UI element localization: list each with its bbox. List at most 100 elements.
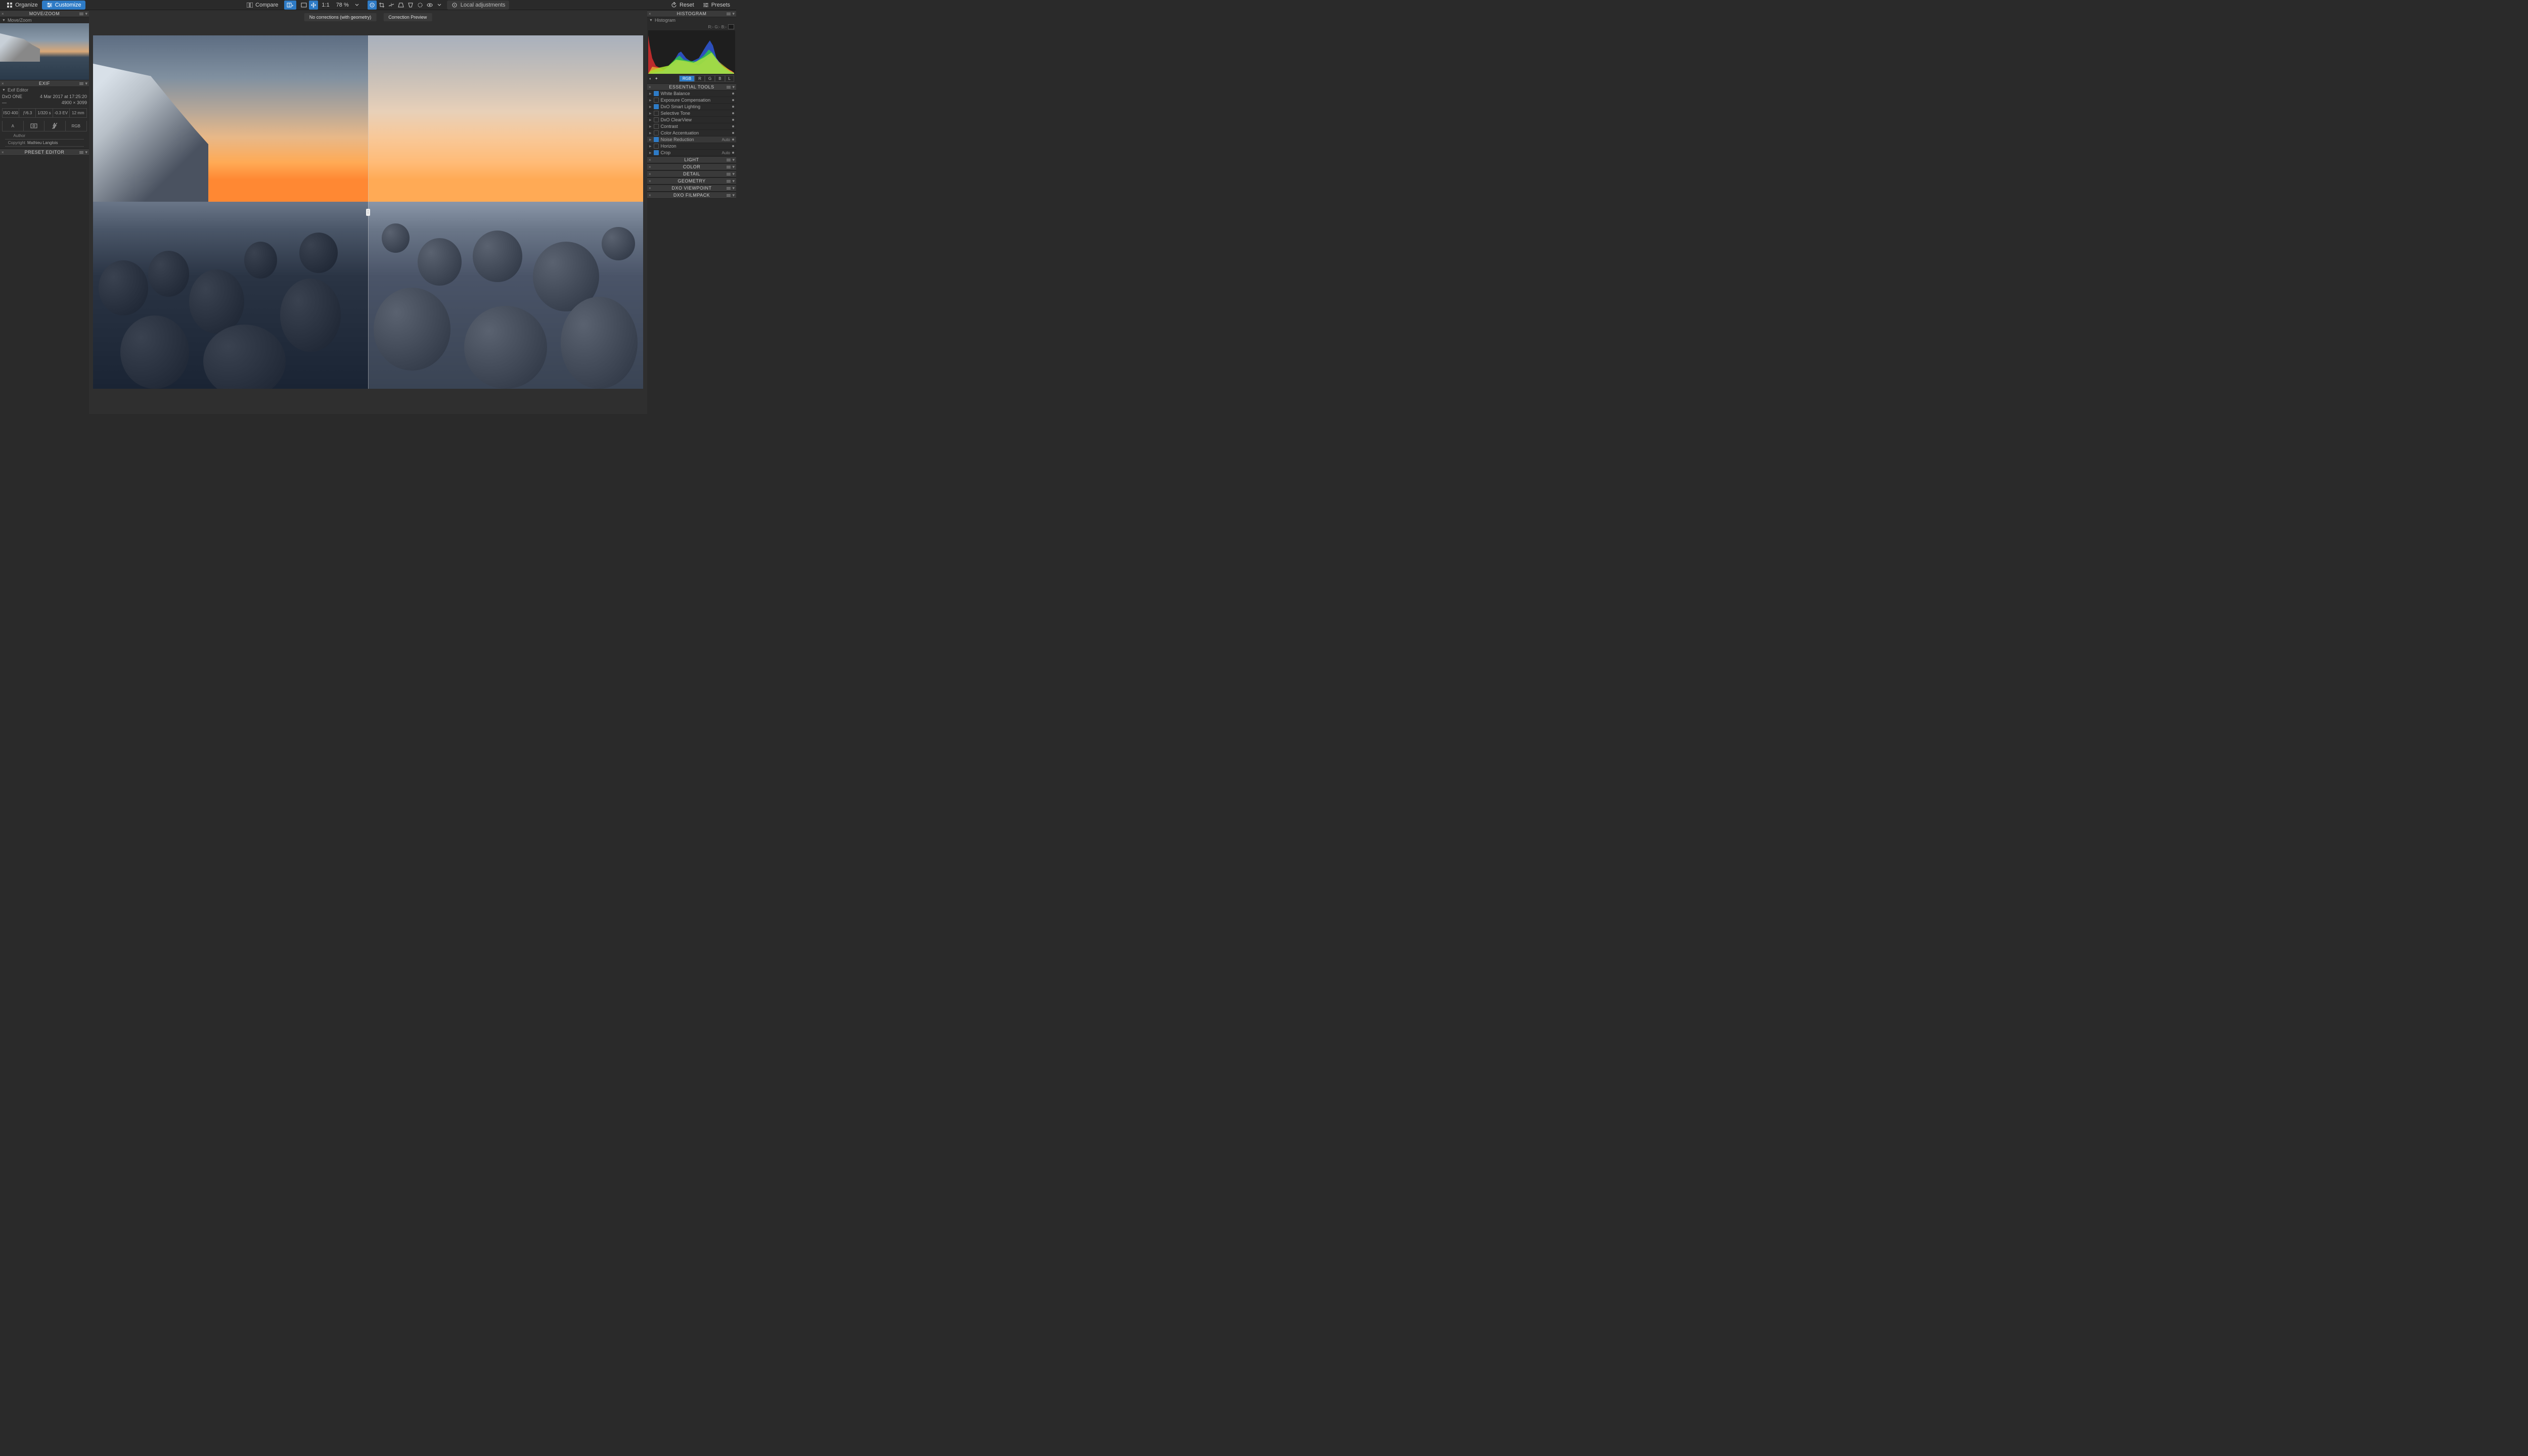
expand-icon[interactable]: ▶	[649, 138, 652, 142]
tool-toggle[interactable]	[654, 130, 659, 135]
move-zoom-subheader[interactable]: ▼Move/Zoom	[0, 17, 89, 23]
tool-toggle[interactable]	[654, 144, 659, 149]
tool-row[interactable]: ▶Exposure Compensation	[647, 97, 736, 104]
expand-icon[interactable]: ▶	[649, 125, 652, 128]
section-header[interactable]: ×LIGHT▾	[647, 156, 736, 163]
split-handle[interactable]	[366, 209, 370, 216]
close-icon[interactable]: ×	[649, 193, 651, 198]
section-header[interactable]: ×COLOR▾	[647, 163, 736, 170]
close-icon[interactable]: ×	[649, 158, 651, 162]
channel-b[interactable]: B	[715, 75, 725, 82]
navigator-thumbnail[interactable]	[0, 23, 89, 80]
channel-l[interactable]: L	[725, 75, 734, 82]
tool-toggle[interactable]	[654, 137, 659, 142]
panel-menu-icon[interactable]: ▾	[727, 178, 735, 184]
close-icon[interactable]: ×	[2, 150, 4, 155]
section-header[interactable]: ×DXO VIEWPOINT▾	[647, 185, 736, 192]
panel-menu-icon[interactable]: ▾	[727, 186, 735, 191]
close-icon[interactable]: ×	[649, 186, 651, 191]
tool-crop[interactable]	[377, 1, 386, 10]
expand-icon[interactable]: ▶	[649, 151, 652, 155]
exif-header[interactable]: × EXIF ▾	[0, 80, 89, 87]
expand-icon[interactable]: ▶	[649, 99, 652, 102]
tool-repair[interactable]	[416, 1, 425, 10]
tool-menu-icon[interactable]	[732, 145, 734, 147]
panel-menu-icon[interactable]: ▾	[727, 11, 735, 17]
tool-row[interactable]: ▶DxO Smart Lighting	[647, 104, 736, 110]
tool-row[interactable]: ▶DxO ClearView	[647, 117, 736, 123]
tool-menu-icon[interactable]	[732, 112, 734, 114]
channel-r[interactable]: R	[695, 75, 705, 82]
close-icon[interactable]: ×	[649, 172, 651, 176]
expand-icon[interactable]: ▶	[649, 105, 652, 109]
tool-toggle[interactable]	[654, 98, 659, 103]
panel-menu-icon[interactable]: ▾	[727, 164, 735, 170]
tool-row[interactable]: ▶Selective Tone	[647, 110, 736, 117]
tool-row[interactable]: ▶CropAuto	[647, 150, 736, 156]
tool-redeye[interactable]	[425, 1, 434, 10]
tool-menu-icon[interactable]	[732, 99, 734, 101]
tool-toggle[interactable]	[654, 117, 659, 122]
fit-button[interactable]	[299, 1, 308, 10]
close-icon[interactable]: ×	[649, 165, 651, 169]
image-viewport[interactable]	[93, 35, 643, 389]
tool-menu-icon[interactable]	[732, 125, 734, 127]
tool-perspective[interactable]	[396, 1, 405, 10]
tool-toggle[interactable]	[654, 124, 659, 129]
tool-row[interactable]: ▶Contrast	[647, 123, 736, 130]
reset-button[interactable]: Reset	[666, 1, 698, 10]
close-icon[interactable]: ×	[2, 12, 4, 16]
channel-g[interactable]: G	[705, 75, 715, 82]
tool-toggle[interactable]	[654, 150, 659, 155]
panel-menu-icon[interactable]: ▾	[79, 150, 87, 155]
expand-icon[interactable]: ▶	[649, 131, 652, 135]
tool-row[interactable]: ▶Horizon	[647, 143, 736, 150]
tool-wb-picker[interactable]	[368, 1, 377, 10]
section-header[interactable]: ×DETAIL▾	[647, 170, 736, 177]
zoom-11-button[interactable]: 1:1	[322, 2, 329, 8]
panel-menu-icon[interactable]: ▾	[79, 11, 87, 17]
customize-button[interactable]: Customize	[42, 1, 85, 10]
tool-menu-icon[interactable]	[732, 152, 734, 154]
compare-mode-dropdown[interactable]	[284, 1, 296, 10]
pan-button[interactable]	[309, 1, 318, 10]
essential-tools-header[interactable]: × ESSENTIAL TOOLS ▾	[647, 83, 736, 90]
expand-icon[interactable]: ▶	[649, 118, 652, 122]
close-icon[interactable]: ×	[649, 179, 651, 184]
highlight-clip-icon[interactable]: ✦	[655, 76, 658, 81]
preset-editor-header[interactable]: × PRESET EDITOR ▾	[0, 149, 89, 156]
panel-menu-icon[interactable]: ▾	[79, 81, 87, 86]
close-icon[interactable]: ×	[649, 12, 651, 16]
shadow-clip-icon[interactable]: ◐	[649, 76, 652, 81]
tool-menu-icon[interactable]	[732, 139, 734, 141]
tool-toggle[interactable]	[654, 104, 659, 109]
expand-icon[interactable]: ▶	[649, 145, 652, 148]
tool-toggle[interactable]	[654, 111, 659, 116]
tool-horizon[interactable]	[387, 1, 396, 10]
tool-keystone[interactable]	[406, 1, 415, 10]
histogram-subheader[interactable]: ▼Histogram	[647, 17, 736, 23]
move-zoom-header[interactable]: × MOVE/ZOOM ▾	[0, 10, 89, 17]
exif-copyright-value[interactable]: Mathieu Langlois	[27, 141, 58, 145]
expand-icon[interactable]: ▶	[649, 92, 652, 96]
expand-icon[interactable]: ▶	[649, 112, 652, 115]
tool-menu-icon[interactable]	[732, 119, 734, 121]
channel-rgb[interactable]: RGB	[679, 75, 695, 82]
zoom-level[interactable]: 78 %	[336, 2, 349, 8]
tool-toggle[interactable]	[654, 91, 659, 96]
zoom-dropdown[interactable]	[352, 1, 362, 10]
panel-menu-icon[interactable]: ▾	[727, 193, 735, 198]
close-icon[interactable]: ×	[2, 81, 4, 86]
panel-menu-icon[interactable]: ▾	[727, 171, 735, 177]
compare-button[interactable]: Compare	[242, 1, 282, 10]
panel-menu-icon[interactable]: ▾	[727, 157, 735, 163]
tool-row[interactable]: ▶White Balance	[647, 90, 736, 97]
panel-menu-icon[interactable]: ▾	[727, 84, 735, 90]
tool-row[interactable]: ▶Noise ReductionAuto	[647, 136, 736, 143]
close-icon[interactable]: ×	[649, 85, 651, 89]
tool-menu-icon[interactable]	[732, 132, 734, 134]
local-adjustments-button[interactable]: Local adjustments	[447, 1, 510, 10]
tool-row[interactable]: ▶Color Accentuation	[647, 130, 736, 136]
exif-subheader[interactable]: ▼Exif Editor	[0, 87, 89, 93]
presets-button[interactable]: Presets	[698, 1, 734, 10]
